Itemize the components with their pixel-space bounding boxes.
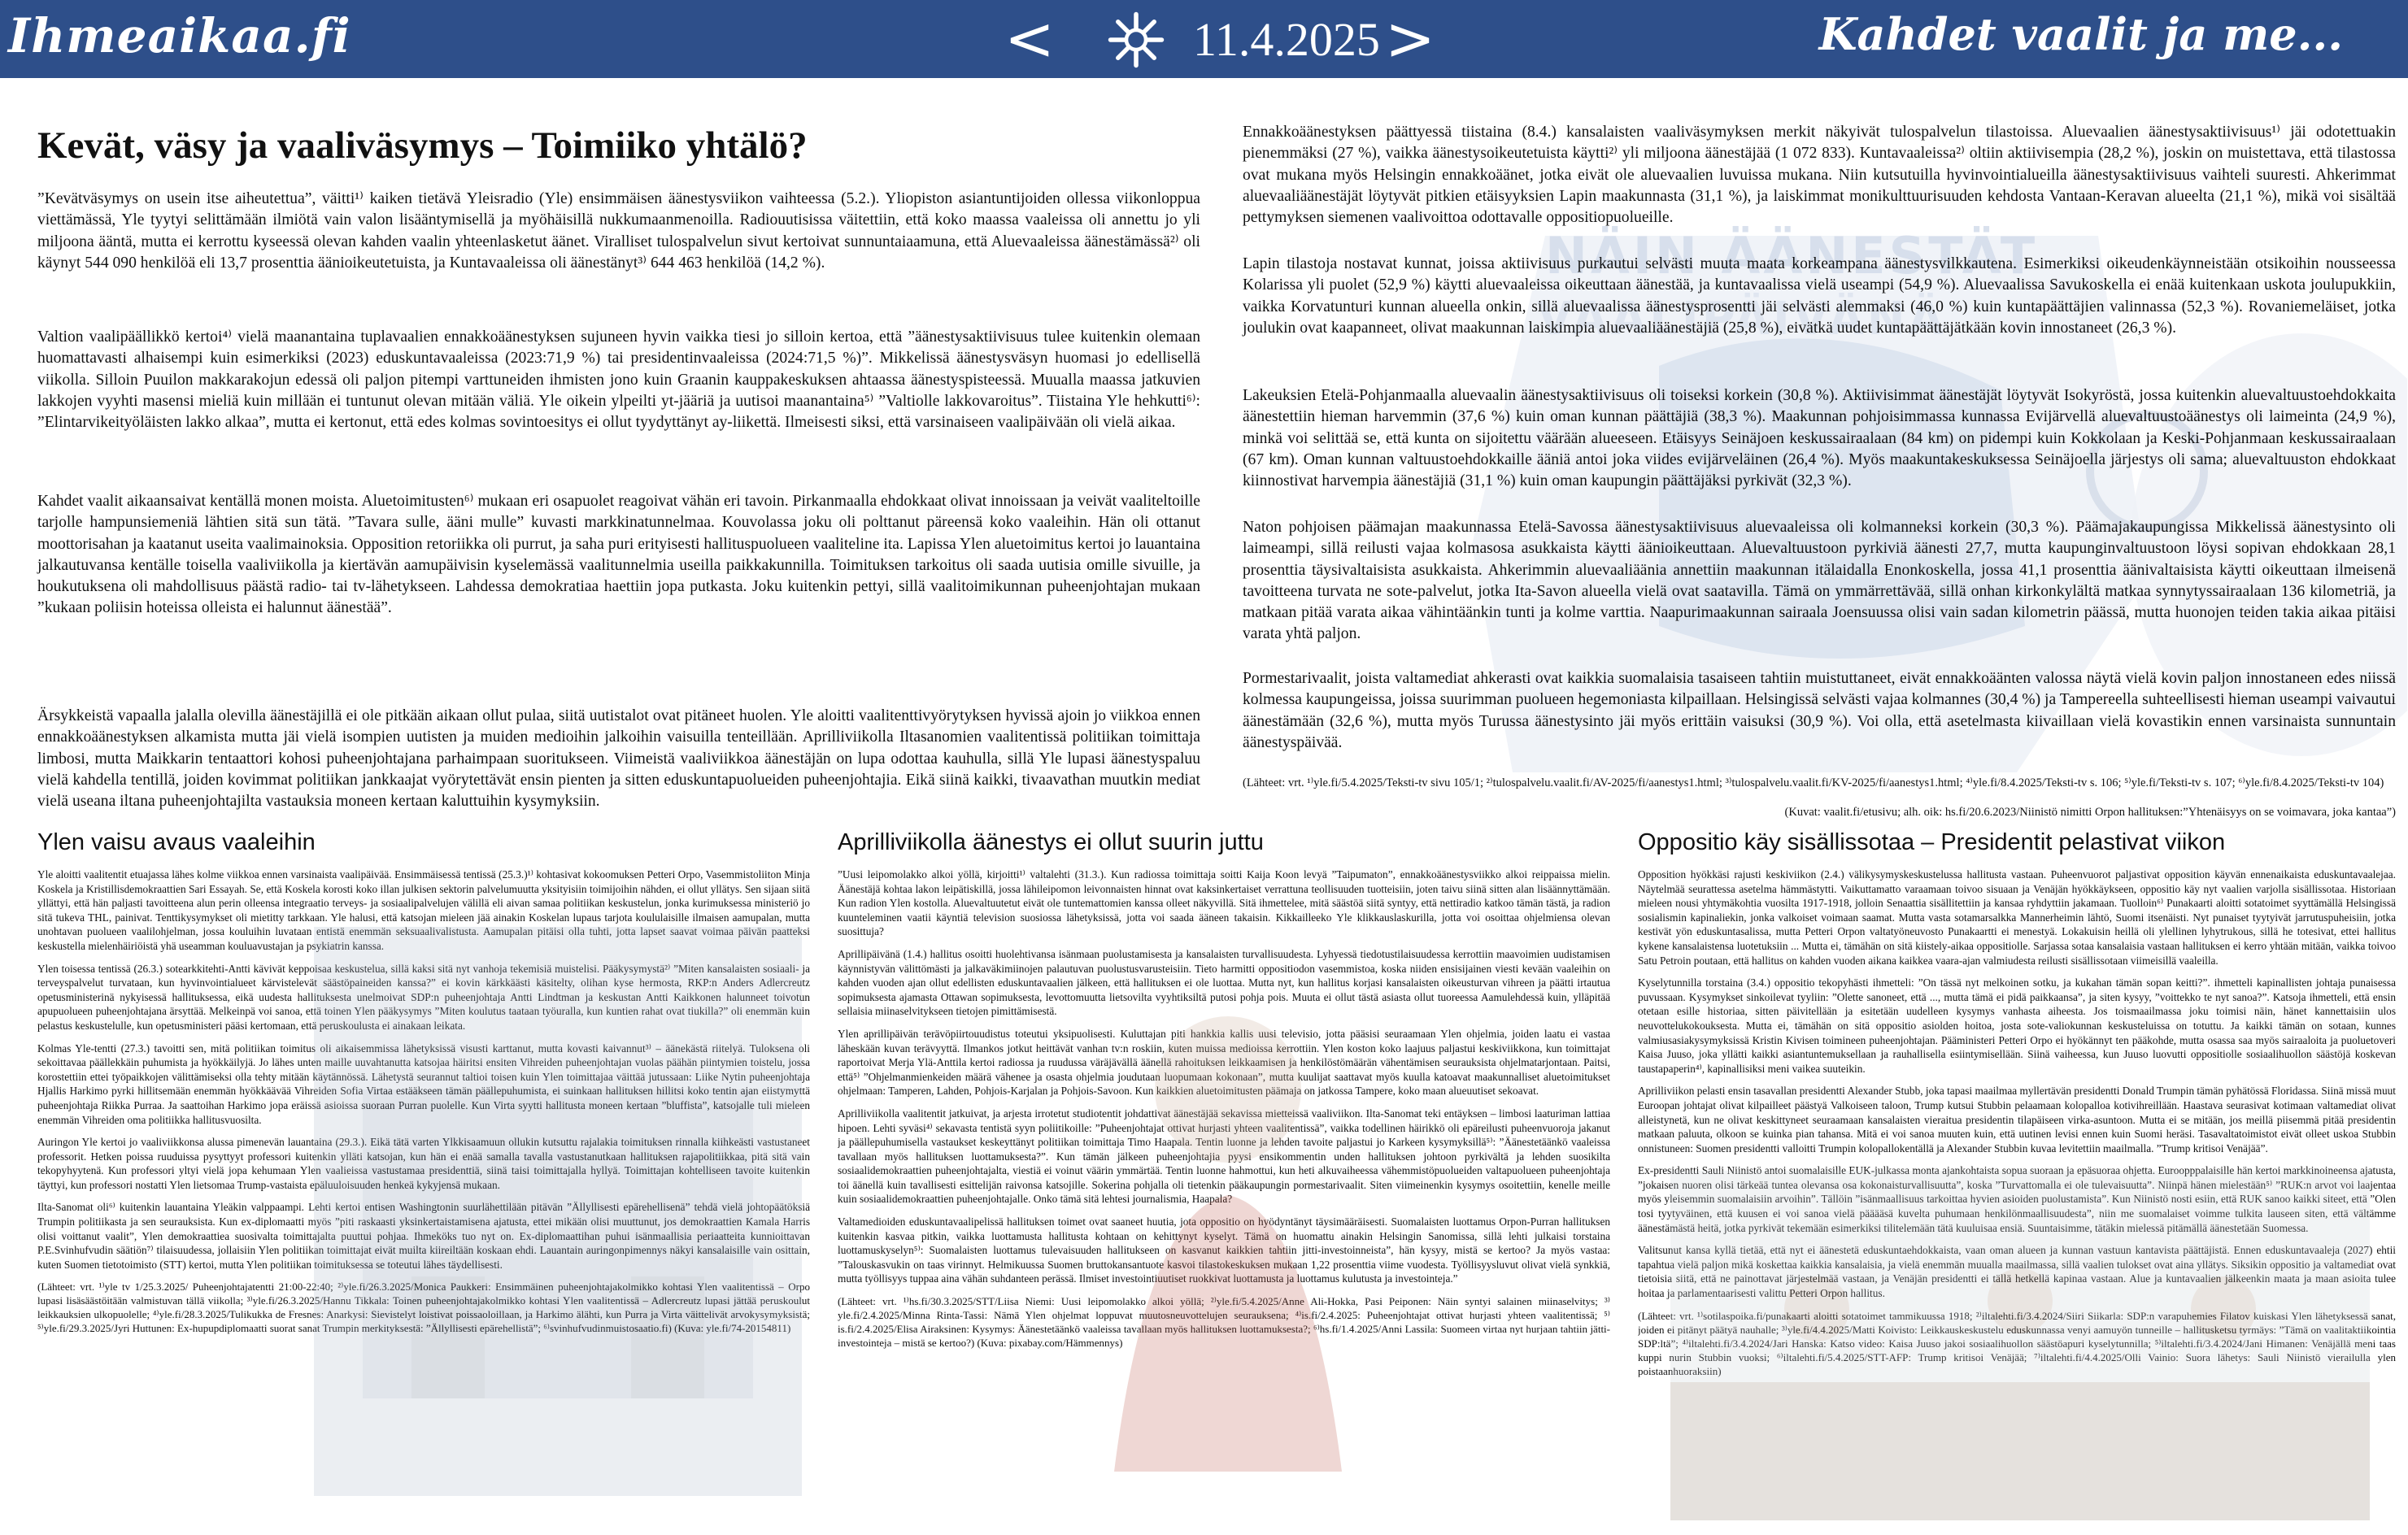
column-paragraph: Valitsunut kansa kyllä tietää, että nyt … [1638, 1244, 2396, 1300]
column-paragraph: Ylen aprillipäivän terävöpiirtouudistus … [838, 1027, 1610, 1098]
column-paragraph: Opposition hyökkäsi rajusti keskiviikon … [1638, 868, 2396, 967]
references-note: (Lähteet: vrt. ¹⁾yle.fi/5.4.2025/Teksti-… [1243, 776, 2384, 789]
article-paragraph: Kahdet vaalit aikaansaivat kentällä mone… [37, 493, 1200, 617]
column-aprilliviikko: Aprilliviikolla äänestys ei ollut suurin… [838, 829, 1610, 1525]
article-paragraph: ”Kevätväsymys on usein itse aiheutettua”… [37, 190, 1200, 272]
column-paragraph: Aprilliviikon pelasti ensin tasavallan p… [1638, 1085, 2396, 1155]
article-title: Kevät, väsy ja vaaliväsymys – Toimiiko y… [37, 124, 808, 167]
column-paragraph: Auringon Yle kertoi jo vaaliviikkonsa al… [37, 1136, 810, 1191]
column-paragraph: Ex-presidentti Sauli Niinistö antoi suom… [1638, 1164, 2396, 1234]
column-paragraph: ”Uusi leipomolakko alkoi yöllä, kirjoitt… [838, 868, 1610, 938]
column-title: Aprilliviikolla äänestys ei ollut suurin… [838, 829, 1264, 855]
next-issue-button[interactable]: > [1385, 3, 1435, 75]
article-paragraph: Lakeuksien Etelä-Pohjanmaalla aluevaalin… [1243, 387, 2396, 490]
column-title: Ylen vaisu avaus vaaleihin [37, 829, 316, 855]
column-paragraph: Ilta-Sanomat oli⁶⁾ kuitenkin lauantaina … [37, 1201, 810, 1271]
column-title: Oppositio käy sisällissotaa – Presidenti… [1638, 829, 2226, 855]
column-sources: (Lähteet: vrt. ¹⁾hs.fi/30.3.2025/STT/Lii… [838, 1295, 1610, 1350]
date-navigation: < 11.4.2025 > [1004, 3, 1460, 76]
article-paragraph: Ennakkoäänestyksen päättyessä tiistaina … [1243, 124, 2396, 227]
image-credit: (Kuvat: vaalit.fi/etusivu; alh. oik: hs.… [1784, 806, 2396, 819]
column-sources: (Lähteet: vrt. ¹⁾yle tv 1/25.3.2025/ Puh… [37, 1281, 810, 1335]
article-paragraph: Valtion vaalipäällikkö kertoi⁴⁾ vielä ma… [37, 328, 1200, 432]
column-oppositio: Oppositio käy sisällissotaa – Presidenti… [1638, 829, 2396, 1525]
column-paragraph: Aprillipäivänä (1.4.) hallitus osoitti h… [838, 947, 1610, 1018]
site-brand[interactable]: Ihmeaikaa.fi [8, 8, 351, 63]
snowflake-emblem-icon [1108, 11, 1165, 68]
issue-date: 11.4.2025 [1193, 13, 1380, 66]
previous-issue-button[interactable]: < [1004, 3, 1055, 75]
article-paragraph: Lapin tilastoja nostavat kunnat, joissa … [1243, 255, 2396, 337]
column-paragraph: Valtamedioiden eduskuntavaalipelissä hal… [838, 1215, 1610, 1285]
article-paragraph: Ärsykkeistä vapaalla jalalla olevilla ää… [37, 707, 1200, 811]
section-tagline[interactable]: Kahdet vaalit ja me... [1819, 8, 2343, 60]
article-paragraph: Pormestarivaalit, joista valtamediat ahk… [1243, 670, 2396, 751]
column-paragraph: Kyselytunnilla torstaina (3.4.) oppositi… [1638, 976, 2396, 1075]
column-paragraph: Kolmas Yle-tentti (27.3.) tavoitti sen, … [37, 1041, 810, 1126]
column-sources: (Lähteet: vrt. ¹⁾sotilaspoika.fi/punakaa… [1638, 1309, 2396, 1377]
column-paragraph: Yle aloitti vaalitentit etuajassa lähes … [37, 868, 810, 952]
column-yle-tentit: Ylen vaisu avaus vaaleihin Yle aloitti v… [37, 829, 810, 1525]
column-paragraph: Aprilliviikolla vaalitentit jatkuivat, j… [838, 1107, 1610, 1206]
article-paragraph: Naton pohjoisen päämajan maakunnassa Ete… [1243, 519, 2396, 643]
column-paragraph: Ylen toisessa tentissä (26.3.) sotearkki… [37, 962, 810, 1032]
top-bar: Ihmeaikaa.fi < 11.4.2025 > Kahdet vaalit… [0, 0, 2408, 78]
